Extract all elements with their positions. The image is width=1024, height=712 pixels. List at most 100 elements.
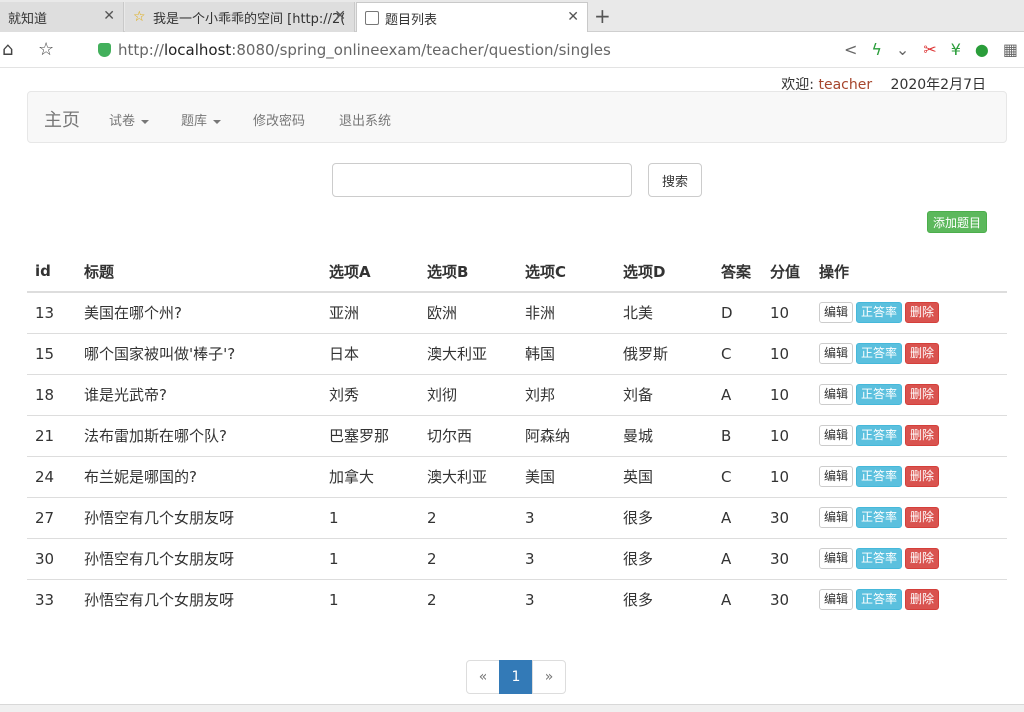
pagination-prev[interactable]: « [466,660,500,694]
cell-answer: A [713,373,762,415]
main-navbar: 主页 试卷 题库 修改密码 退出系统 [27,91,1007,143]
chevron-down-icon[interactable]: ⌄ [896,40,909,59]
url-field[interactable]: http://localhost:8080/spring_onlineexam/… [118,41,611,59]
accuracy-rate-button[interactable]: 正答率 [856,425,903,446]
delete-button[interactable]: 删除 [905,466,940,487]
edit-button[interactable]: 编辑 [819,425,854,446]
cell-score: 30 [762,578,811,620]
star-icon: ☆ [133,9,146,25]
url-path: :8080/spring_onlineexam/teacher/question… [231,41,611,59]
cell-id: 33 [27,578,76,620]
cell-option-a: 1 [321,578,419,620]
cell-option-c: 美国 [517,455,615,497]
tab-label: 题目列表 [385,12,438,28]
cell-option-c: 3 [517,537,615,579]
grid-icon[interactable]: ▦ [1003,40,1018,59]
accuracy-rate-button[interactable]: 正答率 [856,384,903,405]
table-row: 24 布兰妮是哪国的? 加拿大 澳大利亚 美国 英国 C 10 编辑 正答率 删除 [27,455,1007,497]
column-header: 标题 [76,251,321,293]
cell-actions: 编辑 正答率 删除 [811,537,1007,579]
accuracy-rate-button[interactable]: 正答率 [856,343,903,364]
add-question-button[interactable]: 添加题目 [927,211,987,233]
accuracy-rate-button[interactable]: 正答率 [856,589,903,611]
column-header: 选项C [517,251,615,293]
browser-tab[interactable]: 就知道 ✕ [0,2,124,32]
cell-answer: A [713,496,762,538]
cell-title: 美国在哪个州? [76,291,321,333]
home-icon[interactable]: ⌂ [2,39,13,60]
cell-option-b: 刘彻 [419,373,517,415]
edit-button[interactable]: 编辑 [819,343,854,364]
edit-button[interactable]: 编辑 [819,466,854,487]
cell-answer: C [713,455,762,497]
column-header: id [27,251,76,293]
close-icon[interactable]: ✕ [103,8,115,24]
browser-tab-bar: 就知道 ✕ ☆ 我是一个小乖乖的空间 [http://2( ✕ 题目列表 ✕ + [0,0,1024,33]
nav-change-password[interactable]: 修改密码 [253,110,305,129]
cell-score: 10 [762,373,811,415]
cell-title: 孙悟空有几个女朋友呀 [76,496,321,538]
column-header: 选项B [419,251,517,293]
delete-button[interactable]: 删除 [905,302,940,324]
cell-id: 30 [27,537,76,579]
edit-button[interactable]: 编辑 [819,384,854,405]
delete-button[interactable]: 删除 [905,548,940,569]
column-header: 分值 [762,251,811,293]
nav-exam-dropdown[interactable]: 试卷 [109,110,150,129]
cell-option-b: 欧洲 [419,291,517,333]
accuracy-rate-button[interactable]: 正答率 [856,302,903,324]
delete-button[interactable]: 删除 [905,425,940,446]
cell-id: 18 [27,373,76,415]
share-icon[interactable]: < [844,40,857,59]
delete-button[interactable]: 删除 [905,384,940,405]
cell-id: 15 [27,332,76,374]
cell-option-b: 切尔西 [419,414,517,456]
column-header: 选项A [321,251,419,293]
star-icon[interactable]: ☆ [38,39,54,60]
nav-label: 题库 [181,114,208,129]
close-icon[interactable]: ✕ [334,8,346,24]
cell-option-a: 日本 [321,332,419,374]
delete-button[interactable]: 删除 [905,507,940,528]
browser-tab[interactable]: ☆ 我是一个小乖乖的空间 [http://2( ✕ [125,2,355,32]
cell-option-d: 很多 [615,537,713,579]
caret-down-icon [141,119,150,124]
table-row: 15 哪个国家被叫做'棒子'? 日本 澳大利亚 韩国 俄罗斯 C 10 编辑 正答率 删除 [27,332,1007,374]
nav-logout[interactable]: 退出系统 [339,110,391,129]
cell-option-c: 非洲 [517,291,615,333]
pagination-next[interactable]: » [532,660,566,694]
table-row: 33 孙悟空有几个女朋友呀 1 2 3 很多 A 30 编辑 正答率 删除 [27,578,1007,620]
lightning-icon[interactable]: ϟ [871,40,882,59]
cell-option-c: 3 [517,496,615,538]
cell-option-a: 巴塞罗那 [321,414,419,456]
cell-title: 孙悟空有几个女朋友呀 [76,537,321,579]
cell-score: 10 [762,455,811,497]
currency-icon[interactable]: ¥ [951,40,961,59]
delete-button[interactable]: 删除 [905,589,940,611]
cell-id: 27 [27,496,76,538]
accuracy-rate-button[interactable]: 正答率 [856,548,903,569]
edit-button[interactable]: 编辑 [819,507,854,528]
nav-question-bank-dropdown[interactable]: 题库 [181,110,222,129]
table-header-row: id 标题 选项A 选项B 选项C 选项D 答案 分值 操作 [27,251,1007,293]
cell-title: 布兰妮是哪国的? [76,455,321,497]
pagination-page[interactable]: 1 [499,660,533,694]
cell-actions: 编辑 正答率 删除 [811,496,1007,538]
nav-home[interactable]: 主页 [44,106,80,132]
new-tab-icon[interactable]: + [594,4,611,28]
extension-icon[interactable]: ● [975,40,989,59]
edit-button[interactable]: 编辑 [819,589,854,611]
edit-button[interactable]: 编辑 [819,548,854,569]
cell-actions: 编辑 正答率 删除 [811,291,1007,333]
accuracy-rate-button[interactable]: 正答率 [856,507,903,528]
delete-button[interactable]: 删除 [905,343,940,364]
search-input[interactable] [332,163,632,197]
browser-tab-active[interactable]: 题目列表 ✕ [356,2,588,33]
search-button[interactable]: 搜索 [648,163,702,197]
edit-button[interactable]: 编辑 [819,302,854,324]
cell-option-c: 3 [517,578,615,620]
cell-id: 24 [27,455,76,497]
accuracy-rate-button[interactable]: 正答率 [856,466,903,487]
scissors-icon[interactable]: ✂ [923,40,936,59]
close-icon[interactable]: ✕ [567,9,579,25]
